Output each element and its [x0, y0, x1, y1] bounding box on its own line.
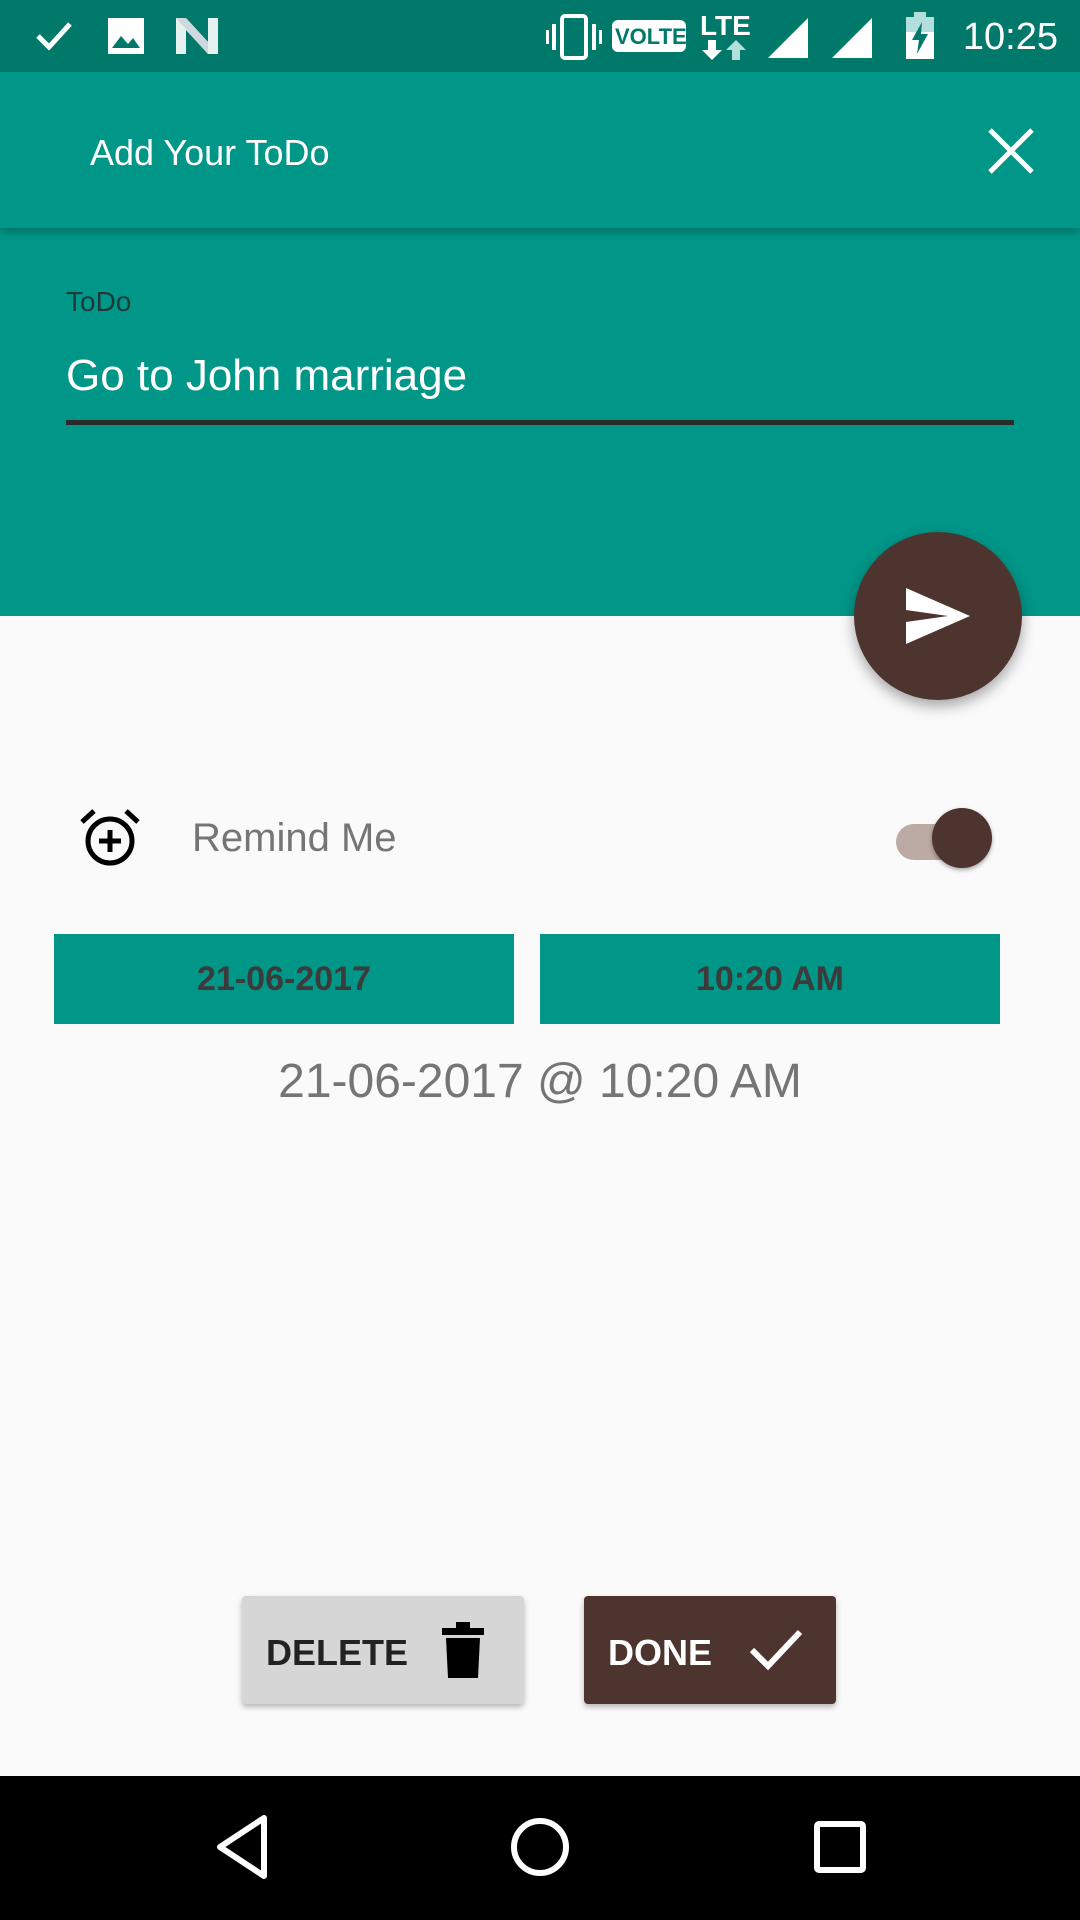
delete-button-label: DELETE [266, 1632, 409, 1673]
battery-charging-icon [906, 12, 934, 59]
toggle-thumb [932, 808, 992, 868]
image-icon [108, 18, 144, 54]
back-icon[interactable] [214, 1812, 270, 1882]
send-fab-button[interactable] [854, 532, 1022, 700]
volte-icon: VOLTE [612, 20, 687, 52]
time-picker-button[interactable]: 10:20 AM [540, 934, 1000, 1024]
todo-field-label: ToDo [66, 286, 132, 317]
close-icon [988, 128, 1034, 174]
alarm-add-icon [80, 809, 140, 866]
recents-icon[interactable] [812, 1812, 868, 1882]
n-icon [176, 18, 218, 54]
signal-icon [768, 18, 808, 58]
date-picker-button[interactable]: 21-06-2017 [54, 934, 514, 1024]
trash-icon [442, 1622, 484, 1678]
reminder-summary: 21-06-2017 @ 10:20 AM [278, 1055, 802, 1108]
delete-button[interactable]: DELETE [242, 1596, 524, 1704]
vibrate-icon [546, 14, 602, 60]
check-icon [36, 22, 72, 51]
close-button[interactable] [984, 124, 1038, 178]
status-bar: VOLTE LTE 10:25 [0, 0, 1080, 72]
data-arrows-icon [702, 40, 746, 60]
remind-me-toggle[interactable] [896, 808, 992, 872]
todo-input[interactable] [66, 346, 1014, 425]
app-bar: Add Your ToDo [0, 72, 1080, 228]
signal-icon [832, 18, 872, 58]
send-icon [906, 588, 970, 644]
page-title: Add Your ToDo [90, 132, 330, 173]
done-button-label: DONE [608, 1632, 713, 1673]
home-icon[interactable] [508, 1812, 572, 1882]
remind-me-label: Remind Me [192, 816, 397, 860]
navigation-bar [0, 1776, 1080, 1920]
check-icon [749, 1629, 803, 1671]
lte-icon: LTE [700, 10, 751, 41]
done-button[interactable]: DONE [584, 1596, 836, 1704]
status-time: 10:25 [962, 16, 1058, 58]
